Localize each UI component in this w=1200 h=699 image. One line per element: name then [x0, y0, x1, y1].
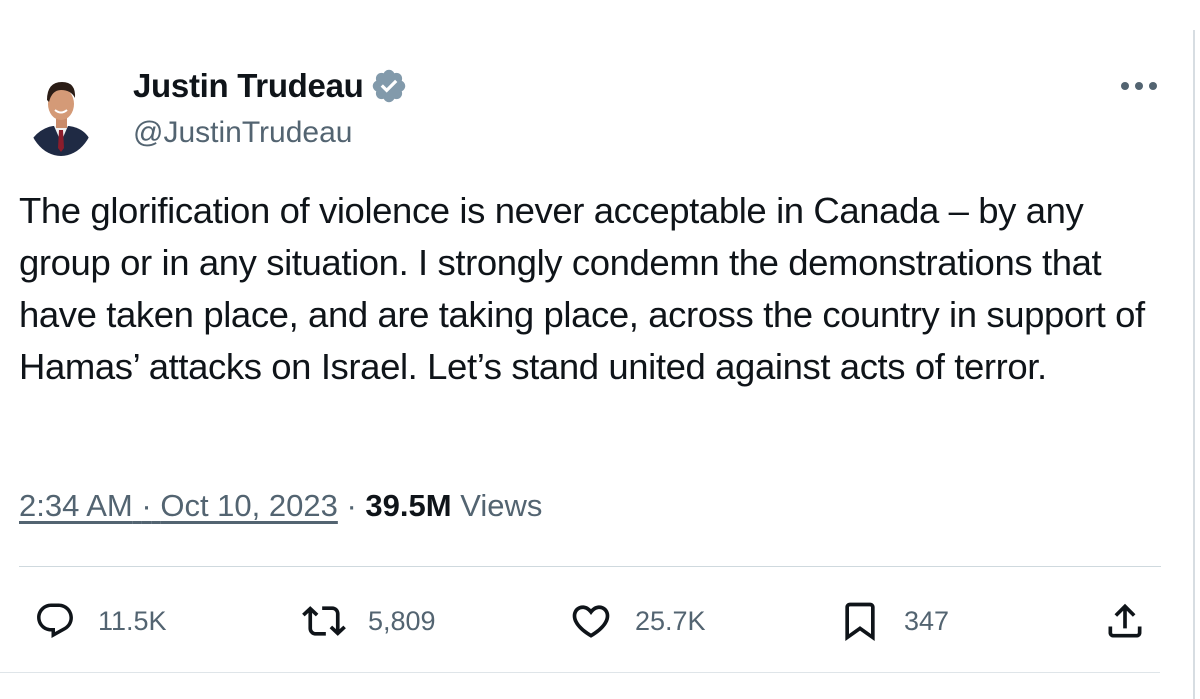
divider	[19, 566, 1161, 567]
heart-icon	[572, 605, 610, 638]
repost-icon	[302, 606, 346, 636]
avatar-photo-icon	[27, 68, 95, 156]
more-dots-icon	[1121, 82, 1157, 90]
bookmark-button[interactable]: 347	[838, 596, 949, 646]
reply-button[interactable]: 11.5K	[34, 596, 167, 646]
reply-icon	[37, 603, 73, 638]
share-icon	[1108, 603, 1142, 638]
views-count: 39.5M	[365, 488, 452, 523]
avatar[interactable]	[27, 68, 95, 156]
like-count: 25.7K	[635, 605, 706, 636]
views-label: Views	[460, 488, 543, 523]
author-name-text: Justin Trudeau	[133, 67, 364, 104]
reply-count: 11.5K	[98, 605, 167, 636]
tweet-time: 2:34 AM	[19, 488, 133, 523]
more-options-button[interactable]	[1117, 76, 1161, 96]
meta-separator-2: ·	[346, 488, 357, 523]
bottom-divider	[0, 672, 1160, 673]
bookmark-icon	[845, 602, 875, 642]
repost-count: 5,809	[368, 605, 436, 636]
tweet-date: Oct 10, 2023	[160, 488, 338, 523]
bookmark-count: 347	[904, 605, 950, 636]
meta-separator: ·	[141, 488, 152, 523]
card-border	[1193, 30, 1195, 699]
share-button[interactable]	[1103, 596, 1147, 646]
author-name[interactable]: Justin Trudeau	[133, 66, 408, 106]
repost-button[interactable]: 5,809	[302, 596, 436, 646]
like-button[interactable]: 25.7K	[569, 596, 706, 646]
timestamp-link[interactable]: 2:34 AM · Oct 10, 2023	[19, 488, 338, 523]
verified-badge-icon	[372, 69, 405, 103]
tweet-card: Justin Trudeau @JustinTrudeau The glorif…	[0, 0, 1200, 699]
author-handle[interactable]: @JustinTrudeau	[133, 114, 352, 152]
tweet-text: The glorification of violence is never a…	[19, 190, 1145, 387]
tweet-meta: 2:34 AM · Oct 10, 2023 · 39.5M Views	[19, 484, 542, 528]
